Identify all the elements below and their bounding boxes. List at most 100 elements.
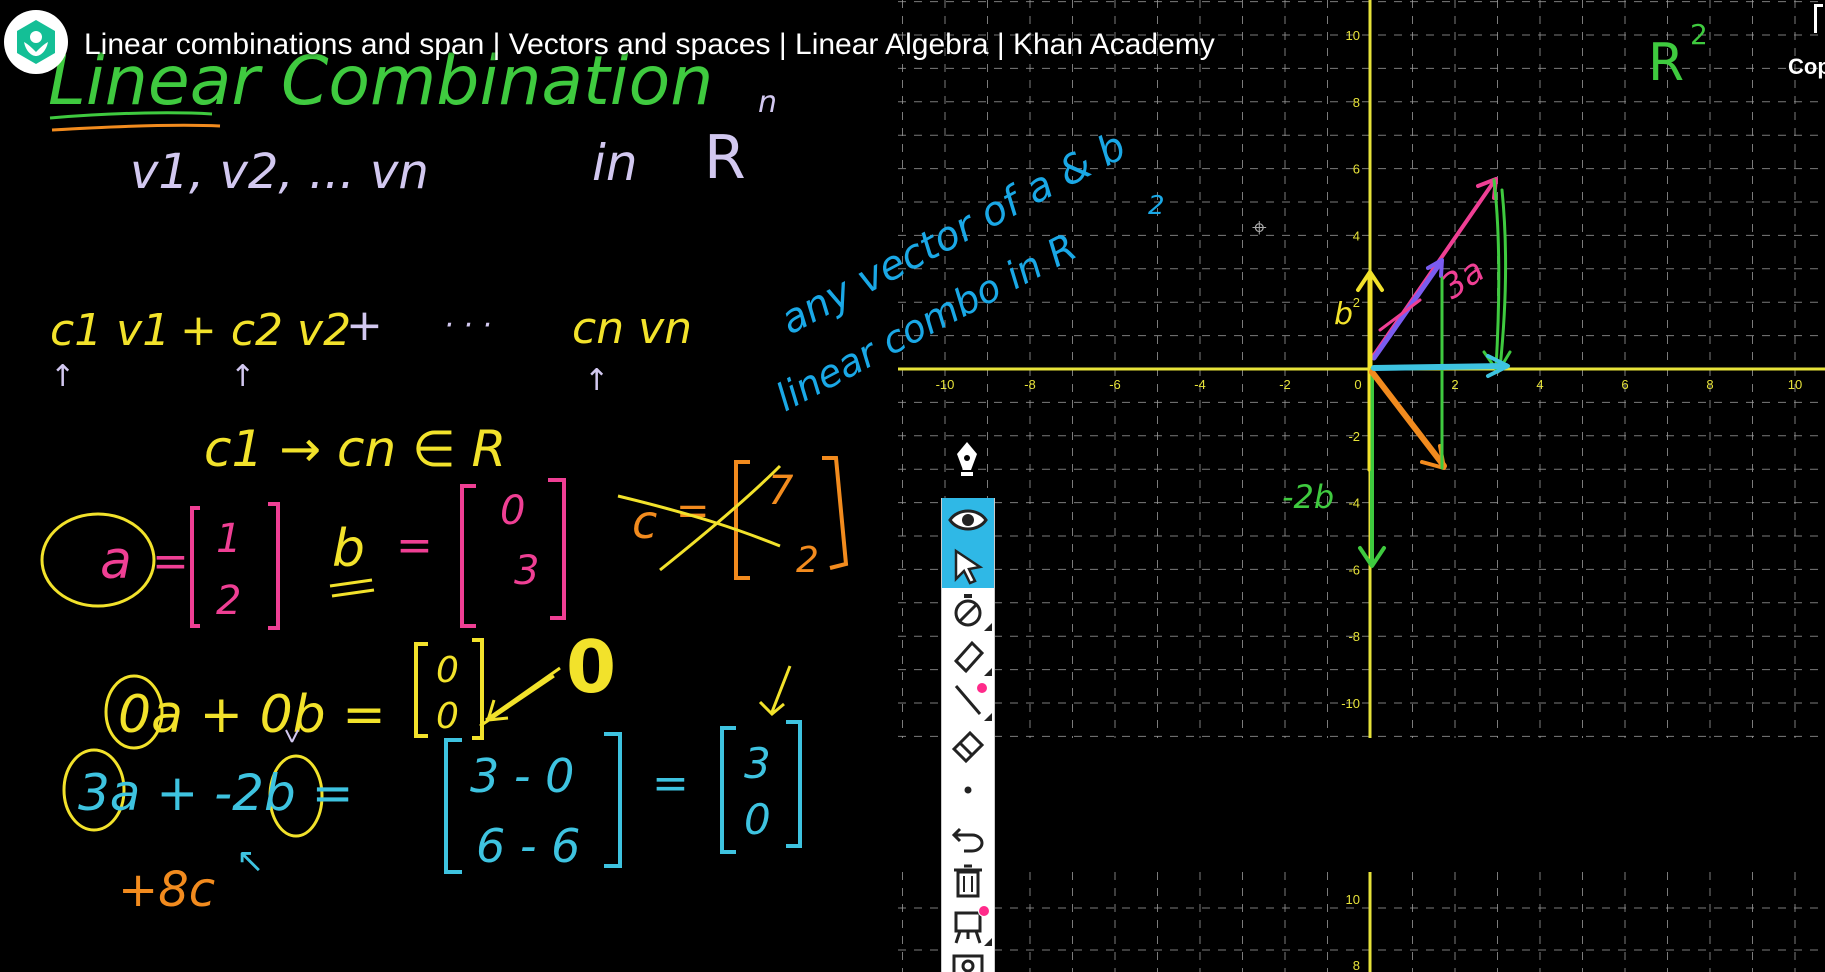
video-title[interactable]: Linear combinations and span | Vectors a… — [84, 26, 1215, 64]
diff-row-1: 3 - 0 — [470, 749, 574, 803]
x-tick-label: -4 — [1194, 377, 1206, 392]
result-bracket-right — [786, 720, 802, 848]
zero-big: 0 — [566, 625, 616, 709]
vec-b-eq: = — [396, 520, 433, 571]
combo-term-2: + c2 v2 — [180, 305, 351, 356]
diff-bracket-left — [444, 738, 462, 874]
graph-label-R: R — [1648, 33, 1684, 93]
circle-a — [40, 512, 156, 608]
vector-green-vert-2 — [1492, 178, 1508, 370]
coordinate-graph: -10 -8 -6 -4 -2 0 2 4 6 8 10 10 8 6 4 2 -2 -4 -6 -8 -10 — [898, 0, 1825, 738]
copy-link-label[interactable]: Copy — [1788, 54, 1825, 80]
cursor-crosshair-icon: ⌖ — [1252, 213, 1267, 243]
y-tick-label: 2 — [1353, 295, 1360, 310]
eraser-icon — [951, 730, 985, 764]
eraser-tool[interactable] — [942, 723, 994, 768]
line-in: in — [592, 134, 638, 192]
diff-row-2: 6 - 6 — [476, 819, 580, 873]
result-comp-1: 3 — [744, 739, 771, 788]
vec-b-bracket-left — [460, 484, 476, 628]
pen-tool[interactable] — [941, 436, 993, 481]
second-y-tick-10: 10 — [1346, 892, 1360, 907]
trash-icon — [954, 864, 982, 898]
line-R: R — [704, 123, 746, 193]
plus-8c-pointer: ↖ — [236, 841, 265, 881]
combo-arrows: ↑ — [50, 359, 75, 394]
highlighter-tool[interactable] — [942, 633, 994, 678]
x-tick-label: 6 — [1621, 377, 1628, 392]
vec-b-underline — [329, 578, 375, 598]
combo-arrows-2: ↑ — [230, 359, 255, 394]
x-tick-label: 2 — [1451, 377, 1458, 392]
timer-tool[interactable] — [942, 588, 994, 633]
x-tick-label: -2 — [1279, 377, 1291, 392]
line-vectors: v1, v2, ... vn — [130, 144, 429, 200]
three-combo: 3a + -2b = — [78, 764, 354, 822]
graph-label-b: b — [1334, 297, 1353, 332]
vec-a-eq: = — [152, 536, 189, 587]
vec-b-label: b — [332, 519, 365, 579]
cursor-arrow-icon — [954, 548, 984, 585]
vector-pink-small — [1378, 298, 1422, 332]
vec-b-comp-1: 0 — [500, 488, 525, 534]
brush-size-tool[interactable] — [942, 768, 994, 813]
result-comp-2: 0 — [744, 795, 771, 844]
graph-vector-drawings — [1356, 177, 1512, 568]
x-tick-label: -8 — [1024, 377, 1036, 392]
second-y-tick-8: 8 — [1353, 958, 1360, 972]
timer-submenu-icon — [984, 623, 992, 631]
channel-avatar[interactable] — [4, 10, 68, 74]
snapshot-tool[interactable] — [942, 948, 994, 972]
y-tick-label: 6 — [1353, 162, 1360, 177]
y-tick-label: -6 — [1348, 562, 1360, 577]
vec-b-comp-2: 3 — [514, 548, 539, 594]
x-tick-label: -10 — [936, 377, 955, 392]
clear-tool[interactable] — [942, 858, 994, 903]
line-submenu-icon — [984, 713, 992, 721]
board-color-dot-icon — [978, 905, 990, 917]
zero-vec-comp-2: 0 — [436, 696, 459, 737]
graph-label-R-sup: 2 — [1690, 18, 1708, 51]
select-tool[interactable] — [942, 543, 994, 588]
y-tick-label: -10 — [1341, 696, 1360, 711]
zero-vec-comp-1: 0 — [436, 650, 459, 691]
x-tick-label: 4 — [1536, 377, 1543, 392]
line-tool[interactable] — [942, 678, 994, 723]
view-tool[interactable] — [942, 498, 994, 543]
vec-a-comp-2: 2 — [216, 578, 241, 624]
y-tick-label: 10 — [1346, 28, 1360, 43]
vec-b-bracket-right — [548, 478, 566, 620]
vec-c-bracket-right — [822, 456, 849, 570]
graph-label-neg2b: -2b — [1282, 478, 1334, 516]
y-tick-label: -2 — [1348, 429, 1360, 444]
tool-stack — [941, 498, 995, 972]
board-submenu-icon — [984, 938, 992, 946]
vec-c-comp-2: 2 — [796, 540, 819, 581]
y-tick-label: 4 — [1353, 228, 1360, 243]
vec-a-bracket-left — [190, 506, 200, 628]
x-tick-label: -6 — [1109, 377, 1121, 392]
vec-a-bracket-right — [268, 502, 280, 630]
x-tick-label: 8 — [1706, 377, 1713, 392]
board-tool[interactable] — [942, 903, 994, 948]
highlighter-submenu-icon — [984, 668, 992, 676]
eye-icon — [948, 509, 988, 531]
combo-term-3: + — [346, 300, 383, 351]
combo-term-4: · · · — [444, 308, 492, 343]
vector-orange-diag — [1369, 369, 1447, 469]
pen-icon — [957, 442, 977, 476]
vec-a-label: a — [100, 531, 132, 591]
khan-academy-logo-icon — [6, 12, 66, 72]
vector-result-cyan — [1371, 363, 1509, 371]
zero-vec-bracket-right — [472, 638, 484, 740]
y-tick-label: 8 — [1353, 95, 1360, 110]
line-R-superscript: n — [758, 85, 777, 120]
diff-bracket-right — [604, 732, 622, 868]
undo-tool[interactable] — [942, 813, 994, 858]
second-grid — [898, 872, 1825, 972]
y-tick-label: -4 — [1348, 496, 1360, 511]
combo-term-5: cn vn — [572, 303, 692, 354]
undo-icon — [951, 827, 984, 853]
left-board: Linear Combination v1, v2, ... vn in R n… — [40, 42, 849, 918]
vec-a-comp-1: 1 — [216, 516, 241, 562]
